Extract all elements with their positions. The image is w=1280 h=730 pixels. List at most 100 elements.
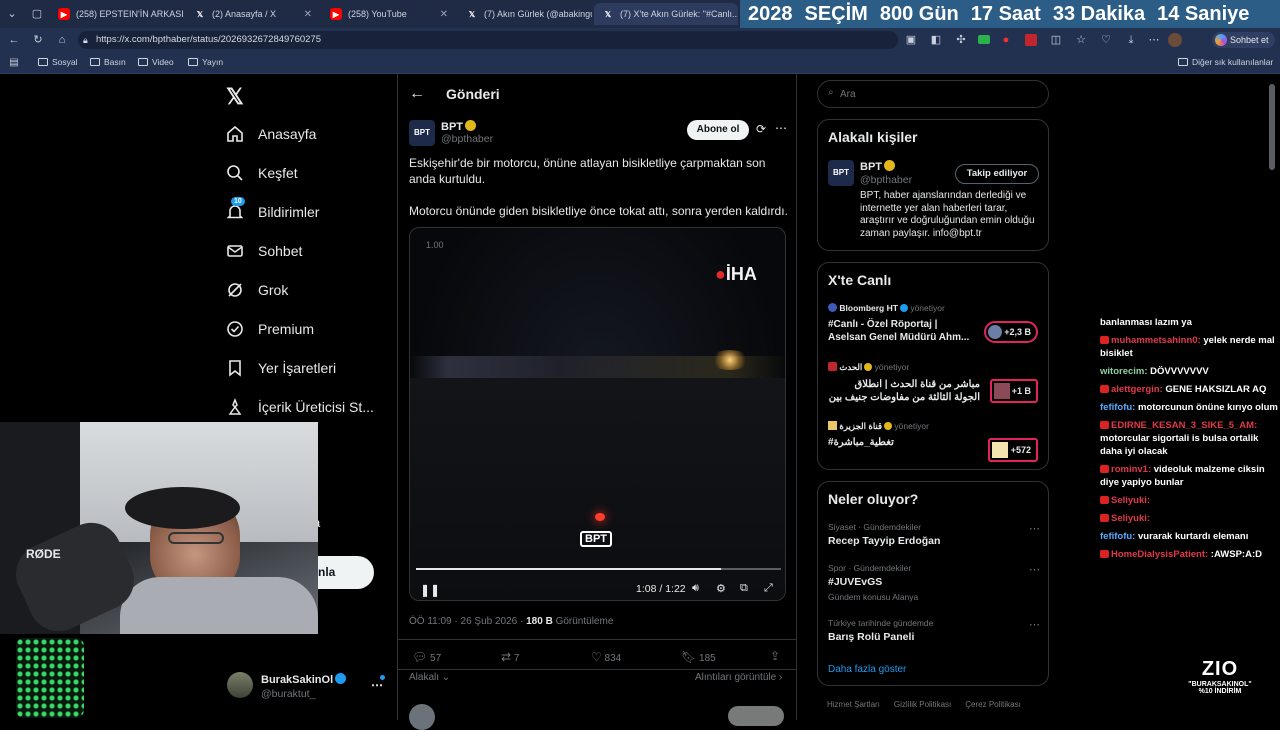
author-name[interactable]: BPT (441, 120, 476, 133)
close-icon[interactable]: ✕ (304, 9, 312, 20)
search-box[interactable]: ⌕ (817, 80, 1049, 108)
tab-x-home[interactable]: 𝕏 (2) Anasayfa / X ✕ (186, 3, 320, 25)
promo-brand: ZIO (1160, 658, 1280, 681)
host-avatar (828, 421, 837, 430)
trend-more-icon[interactable]: ⋯ (1029, 522, 1040, 535)
nav-explore[interactable]: Keşfet (226, 162, 298, 184)
author-name-text: BPT (441, 121, 463, 133)
tab-akin-gurlek[interactable]: 𝕏 (7) Akın Gürlek (@abakingu... (458, 3, 592, 25)
reply-button[interactable]: 💬︎ 57 (412, 650, 441, 664)
live-item[interactable]: Bloomberg HT yönetiyor #Canlı - Özel Röp… (828, 303, 1043, 344)
fullscreen-icon[interactable]: ⤢ (764, 582, 773, 595)
close-icon[interactable]: ✕ (440, 9, 448, 20)
search-input[interactable] (840, 86, 1040, 102)
x-logo-icon[interactable]: 𝕏 (226, 84, 244, 110)
copilot-chat-button[interactable]: Sohbet et (1212, 32, 1275, 48)
split-view-icon[interactable]: ◫ (1050, 34, 1062, 46)
reload-icon[interactable]: ↻ (32, 34, 44, 46)
video-progress-track[interactable] (416, 568, 781, 570)
extension-icon[interactable]: ▣ (905, 34, 917, 46)
chat-username: witorecim: (1100, 366, 1148, 377)
popout-icon[interactable]: ⧉ (740, 582, 748, 595)
repost-button[interactable]: ⇄ 7 (501, 650, 519, 664)
extension-icon[interactable] (1025, 34, 1037, 46)
iha-logo-icon: ● (715, 264, 726, 284)
live-item[interactable]: قناة الجزيرة yönetiyor #تغطية_مباشرة +57… (828, 421, 1043, 462)
nav-notifications[interactable]: 10 Bildirimler (226, 197, 319, 223)
account-avatar[interactable] (227, 672, 253, 698)
volume-icon[interactable]: 🔊︎ (692, 582, 699, 595)
related-sort[interactable]: Alakalı ⌄ (409, 672, 450, 683)
following-button[interactable]: Takip ediliyor (955, 164, 1039, 184)
pause-icon[interactable]: ❚❚ (420, 583, 440, 597)
nav-creator-studio[interactable]: İçerik Üreticisi St... (226, 396, 374, 418)
trend-more-icon[interactable]: ⋯ (1029, 618, 1040, 631)
subscribe-button[interactable]: Abone ol (687, 120, 749, 140)
person-avatar[interactable]: BPT (828, 160, 854, 186)
more-icon[interactable]: ⋯ (1148, 34, 1160, 46)
settings-gear-icon[interactable]: ⚙ (716, 582, 726, 595)
bookmark-icon (226, 359, 244, 377)
home-icon[interactable]: ⌂ (56, 34, 68, 46)
more-options-icon[interactable]: ⋯ (775, 121, 787, 135)
page-scrollbar[interactable] (1269, 84, 1275, 170)
extension-icon[interactable]: ◧ (930, 34, 942, 46)
nav-grok[interactable]: Grok (226, 279, 288, 301)
nav-label: Grok (258, 282, 289, 298)
other-bookmarks[interactable]: Diğer sık kullanılanlar (1178, 57, 1273, 67)
trend-item[interactable]: Türkiye tarihinde gündemde Barış Rolü Pa… (828, 618, 1040, 643)
nav-chat[interactable]: Sohbet (226, 240, 302, 262)
nav-premium[interactable]: Premium (226, 318, 314, 340)
trend-item[interactable]: Spor · Gündemdekiler #JUVEvGS Gündem kon… (828, 563, 1040, 602)
back-arrow-icon[interactable]: ← (409, 85, 425, 103)
trend-item[interactable]: Siyaset · Gündemdekiler Recep Tayyip Erd… (828, 522, 1040, 547)
address-field[interactable]: 🔒︎ https://x.com/bpthaber/status/2026932… (78, 31, 898, 49)
tab-akin-gurlek-live[interactable]: 𝕏 (7) X'te Akın Gürlek: "#Canlı... (594, 3, 738, 25)
extension-icon[interactable] (978, 35, 990, 44)
author-avatar[interactable]: BPT (409, 120, 435, 146)
like-count: 834 (604, 653, 622, 664)
listener-avatar (988, 325, 1002, 339)
account-name[interactable]: BurakSakinOl (261, 673, 347, 686)
account-name-text: BurakSakinOl (261, 674, 334, 686)
trend-more-icon[interactable]: ⋯ (1029, 563, 1040, 576)
footer-link[interactable]: Hizmet Şartları (827, 700, 880, 709)
tab-youtube[interactable]: ▶ (258) YouTube ✕ (322, 3, 456, 25)
reply-button-partial[interactable] (728, 706, 784, 726)
tab-menu-icon[interactable]: ⌄ (6, 8, 18, 20)
grok-icon[interactable]: ⟳ (756, 122, 766, 136)
back-icon[interactable]: ← (8, 34, 20, 46)
listener-count-text: +572 (1010, 445, 1031, 455)
bookmark-folder[interactable]: Video (138, 57, 174, 67)
share-icon[interactable]: ⇪ (770, 649, 780, 663)
account-menu-icon[interactable]: ⋯ (371, 678, 383, 692)
footer-link[interactable]: Gizlilik Politikası (894, 700, 951, 709)
bookmark-folder[interactable]: Basın (90, 57, 126, 67)
show-more-link[interactable]: Daha fazla göster (828, 664, 906, 675)
person-handle: @bpthaber (860, 174, 913, 186)
profile-avatar[interactable] (1168, 33, 1182, 47)
like-button[interactable]: ♡ 834 (591, 650, 621, 664)
workspaces-icon[interactable]: ▢ (31, 8, 43, 20)
downloads-icon[interactable]: ⤓ (1125, 34, 1137, 46)
nav-bookmarks[interactable]: Yer İşaretleri (226, 357, 336, 379)
reading-list-icon[interactable]: ▤ (8, 57, 20, 69)
bookmark-folder[interactable]: Sosyal (38, 57, 78, 67)
bookmark-button[interactable]: 🔖︎ 185 (681, 650, 716, 664)
extension-icon[interactable]: ✣ (955, 34, 967, 46)
footer-link[interactable]: Çerez Politikası (965, 700, 1021, 709)
live-item[interactable]: الحدث yönetiyor مباشر من قناة الحدث | ان… (828, 362, 1043, 404)
live-role: yönetiyor (894, 421, 929, 431)
bookmark-folder[interactable]: Yayın (188, 57, 223, 67)
collections-icon[interactable]: ♡ (1100, 34, 1112, 46)
author-handle[interactable]: @bpthaber (441, 133, 493, 145)
video-player[interactable]: 1.00 ●İHA BPT ❚❚ 1:08 / 1:22 🔊︎ ⚙ ⧉ ⤢ (409, 227, 786, 601)
view-quotes-link[interactable]: Alıntıları görüntüle › (695, 672, 782, 683)
person-name[interactable]: BPT (860, 160, 895, 173)
folder-icon (1178, 58, 1188, 66)
nav-home[interactable]: Anasayfa (226, 123, 316, 145)
tab-epstein[interactable]: ▶ (258) EPSTEIN'İN ARKASINDAKİ ✕ (50, 3, 184, 25)
extension-icon[interactable]: ● (1000, 34, 1012, 46)
trend-name: #JUVEvGS (828, 576, 883, 588)
favorites-icon[interactable]: ☆ (1075, 34, 1087, 46)
